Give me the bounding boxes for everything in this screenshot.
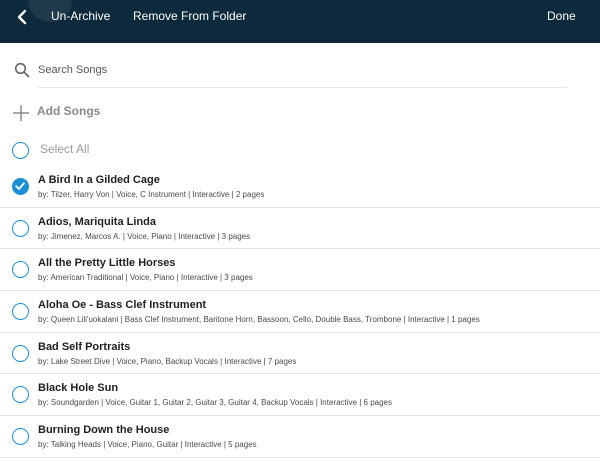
song-title: Bad Self Portraits <box>38 340 131 353</box>
song-title: A Bird In a Gilded Cage <box>38 174 160 186</box>
song-row[interactable]: All the Pretty Little Horses by: America… <box>0 249 600 292</box>
top-toolbar: Un-Archive Remove From Folder Done <box>0 0 600 43</box>
select-all-checkbox[interactable] <box>12 142 29 159</box>
song-checkbox[interactable] <box>12 428 29 446</box>
song-checkbox[interactable] <box>12 344 29 362</box>
song-title: Burning Down the House <box>38 424 170 437</box>
row-divider <box>0 456 600 458</box>
song-checkbox[interactable] <box>12 303 29 321</box>
song-checkbox[interactable] <box>12 178 29 195</box>
song-row[interactable]: Aloha Oe - Bass Clef Instrument by: Quee… <box>0 291 600 333</box>
song-meta: by: Lake Street Dive | Voice, Piano, Bac… <box>38 356 297 366</box>
plus-icon <box>13 105 29 121</box>
song-row[interactable]: Bad Self Portraits by: Lake Street Dive … <box>0 333 600 375</box>
remove-from-folder-button[interactable]: Remove From Folder <box>133 8 246 24</box>
song-title: Black Hole Sun <box>38 382 119 395</box>
song-meta: by: Queen Lili'uokalani | Bass Clef Inst… <box>38 315 480 325</box>
song-title: All the Pretty Little Horses <box>38 257 176 270</box>
done-button[interactable]: Done <box>547 8 576 24</box>
search-bar <box>0 52 600 88</box>
unarchive-button[interactable]: Un-Archive <box>51 8 110 24</box>
add-songs-button[interactable]: Add Songs <box>0 99 600 125</box>
song-title: Aloha Oe - Bass Clef Instrument <box>38 299 207 312</box>
search-icon <box>14 62 30 78</box>
song-checkbox[interactable] <box>12 219 29 237</box>
song-title: Adios, Mariquita Linda <box>38 215 156 228</box>
song-meta: by: American Traditional | Voice, Piano … <box>38 273 253 283</box>
song-checkbox[interactable] <box>12 261 29 279</box>
checkmark-icon <box>15 182 25 190</box>
song-row[interactable]: A Bird In a Gilded Cage by: Tilzer, Harr… <box>0 166 600 208</box>
song-meta: by: Talking Heads | Voice, Piano, Guitar… <box>38 440 257 450</box>
song-meta: by: Soundgarden | Voice, Guitar 1, Guita… <box>38 398 392 408</box>
back-button[interactable] <box>12 7 32 27</box>
song-checkbox[interactable] <box>12 386 29 404</box>
song-meta: by: Tilzer, Harry Von | Voice, C Instrum… <box>38 190 265 199</box>
song-row[interactable]: Burning Down the House by: Talking Heads… <box>0 416 600 458</box>
song-row[interactable]: Black Hole Sun by: Soundgarden | Voice, … <box>0 374 600 417</box>
add-songs-label: Add Songs <box>37 104 101 118</box>
song-list: A Bird In a Gilded Cage by: Tilzer, Harr… <box>0 166 600 458</box>
song-row[interactable]: Adios, Mariquita Linda by: Jimenez, Marc… <box>0 208 600 250</box>
select-all-row[interactable]: Select All <box>0 137 600 163</box>
search-underline <box>38 87 567 88</box>
select-all-label: Select All <box>40 142 90 156</box>
song-meta: by: Jimenez, Marcos A. | Voice, Piano | … <box>38 231 251 241</box>
search-input[interactable] <box>38 58 563 82</box>
chevron-left-icon <box>17 9 27 25</box>
